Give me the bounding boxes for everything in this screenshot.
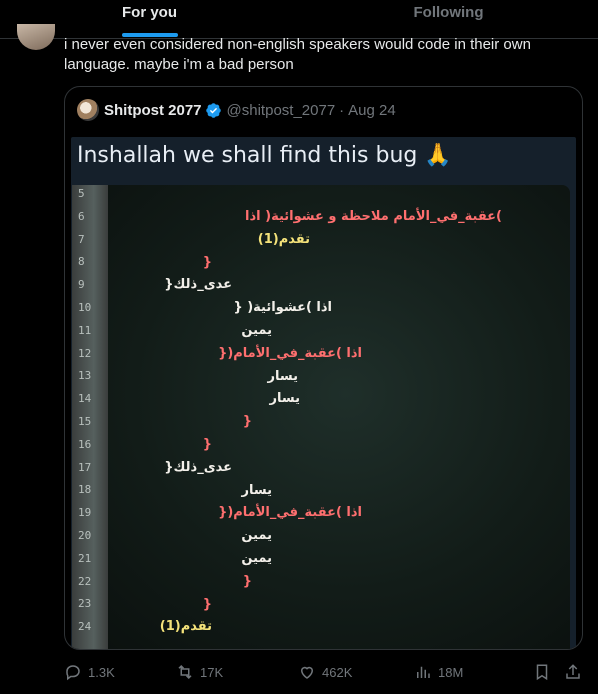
code-line: اذا )عقبة_في_الأمام({ [218, 505, 362, 521]
tweet-actions: 1.3K 17K 462K 18M [64, 660, 584, 684]
line-number: 15 [78, 415, 92, 428]
line-number: 17 [78, 460, 92, 474]
line-number: 8 [78, 255, 85, 269]
code-line: يسار [269, 391, 300, 407]
code-line: } [242, 573, 252, 589]
code-line: )عقبة_في_الأمام ملاحظة و عشوائية( اذا [245, 209, 502, 224]
line-number: 21 [78, 551, 92, 565]
reply-count: 1.3K [88, 664, 115, 680]
views-chart-icon [417, 666, 430, 678]
line-number: 23 [78, 597, 92, 611]
reply-button[interactable]: 1.3K [64, 663, 115, 681]
code-line: } [202, 437, 212, 452]
code-line: } [242, 414, 252, 430]
code-line: يمين [241, 551, 272, 566]
line-number: 5 [78, 187, 85, 200]
quoted-tweet-date[interactable]: Aug 24 [348, 102, 396, 119]
line-number: 19 [78, 506, 92, 520]
quoted-tweet[interactable]: Shitpost 2077 @shitpost_2077 · Aug 24 In… [64, 86, 583, 650]
code-line: عدى_ذلك{ [164, 277, 232, 293]
repost-icon [178, 664, 192, 680]
share-icon [566, 664, 580, 679]
line-number: 9 [78, 278, 85, 292]
quoted-tweet-header: Shitpost 2077 @shitpost_2077 · Aug 24 [77, 99, 396, 121]
quoted-author-name[interactable]: Shitpost 2077 [104, 102, 202, 119]
line-number: 24 [78, 620, 92, 634]
code-line: اذا )عقبة_في_الأمام({ [218, 345, 362, 361]
header-separator: · [339, 101, 345, 119]
tab-for-you-label: For you [122, 4, 177, 21]
heart-icon [300, 666, 314, 679]
line-number: 13 [78, 369, 92, 383]
like-button[interactable]: 462K [298, 663, 352, 681]
code-line: اذا )عشوائية( { [233, 300, 332, 316]
bookmark-icon [536, 664, 548, 681]
verified-badge-icon [205, 102, 221, 118]
line-number: 22 [78, 574, 92, 588]
meme-caption-text: Inshallah we shall find this bug [77, 143, 418, 168]
line-number: 16 [78, 437, 92, 451]
code-line: } [202, 254, 212, 270]
code-line: يمين [241, 528, 272, 544]
meme-caption: Inshallah we shall find this bug 🙏 [77, 143, 452, 168]
code-line: يسار [267, 368, 298, 384]
code-line: يسار [241, 482, 272, 498]
praying-hands-icon: 🙏 [424, 143, 452, 168]
line-number: 10 [78, 301, 92, 314]
tab-following[interactable]: Following [299, 0, 598, 38]
repost-count: 17K [200, 664, 224, 680]
views-button[interactable]: 18M [414, 663, 463, 681]
line-number: 11 [78, 323, 92, 337]
tweet-text: i never even considered non-english spea… [64, 36, 531, 73]
code-line: عدى_ذلك{ [164, 459, 232, 475]
reply-icon [66, 665, 80, 681]
line-number: 12 [78, 346, 92, 360]
line-number: 14 [78, 392, 92, 406]
line-number: 20 [78, 529, 92, 542]
line-number: 7 [78, 232, 85, 246]
code-line: تقدم(1) [159, 619, 212, 635]
tab-following-label: Following [413, 4, 484, 21]
author-avatar[interactable] [17, 24, 55, 50]
code-line: تقدم(1) [257, 231, 310, 247]
line-number: 18 [78, 483, 92, 497]
like-count: 462K [322, 664, 353, 680]
share-button[interactable] [564, 663, 588, 681]
quoted-author-avatar[interactable] [77, 99, 99, 121]
code-line: يمين [241, 323, 272, 338]
quoted-author-handle[interactable]: @shitpost_2077 [227, 102, 336, 119]
quoted-media-image[interactable]: Inshallah we shall find this bug 🙏 5 6 7 8 9… [71, 137, 576, 649]
code-line: } [202, 596, 212, 612]
view-count: 18M [438, 664, 464, 680]
timeline-tabs: For you Following [0, 0, 598, 39]
repost-button[interactable]: 17K [176, 663, 223, 681]
line-number: 6 [78, 209, 85, 223]
bookmark-button[interactable] [533, 663, 557, 681]
line-number-gutter: 5 6 7 8 9 10 11 12 13 14 15 16 17 18 19 20 21 22 23 24 [72, 185, 108, 649]
code-photo: 5 6 7 8 9 10 11 12 13 14 15 16 17 18 19 20 21 22 23 24 )عقب… [72, 185, 570, 649]
